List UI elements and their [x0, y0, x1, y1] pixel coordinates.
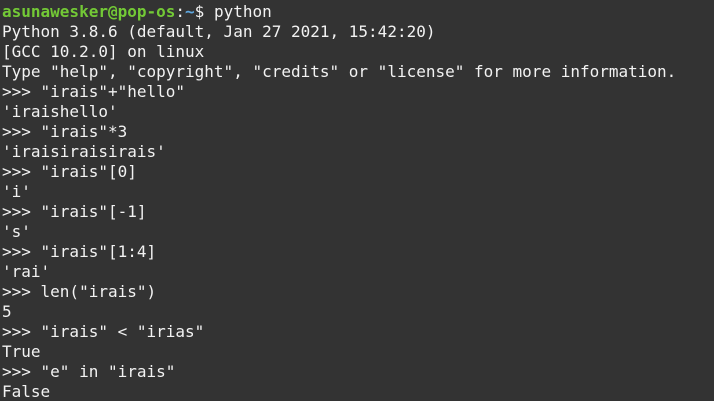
- repl-input-line: >>> "irais"[1:4]: [2, 242, 157, 261]
- repl-input-line: >>> "irais"[0]: [2, 162, 137, 181]
- repl-output-line: 'rai': [2, 262, 51, 281]
- repl-output-line: 'iraisiraisirais': [2, 142, 166, 161]
- prompt-user-host: asunawesker@pop-os: [2, 2, 176, 21]
- shell-prompt-line: asunawesker@pop-os:~$ python: [2, 2, 714, 22]
- prompt-colon: :: [175, 2, 186, 21]
- repl-output-line: 5: [2, 302, 12, 321]
- prompt-path: ~: [185, 2, 195, 21]
- repl-input-line: >>> "irais" < "irias": [2, 322, 205, 341]
- help-hint-line: Type "help", "copyright", "credits" or "…: [2, 62, 677, 81]
- python-version-line: Python 3.8.6 (default, Jan 27 2021, 15:4…: [2, 22, 436, 41]
- prompt-sign: $: [194, 2, 214, 21]
- repl-input-line: >>> "irais"+"hello": [2, 82, 186, 101]
- gcc-info-line: [GCC 10.2.0] on linux: [2, 42, 205, 61]
- terminal-window[interactable]: asunawesker@pop-os:~$ python Python 3.8.…: [0, 0, 714, 401]
- repl-input-line: >>> "e" in "irais": [2, 362, 176, 381]
- prompt-command: python: [213, 2, 272, 21]
- repl-input-line: >>> "irais"*3: [2, 122, 128, 141]
- repl-input-line: >>> "irais"[-1]: [2, 202, 147, 221]
- repl-output-line: 'i': [2, 182, 31, 201]
- repl-input-line: >>> len("irais"): [2, 282, 157, 301]
- repl-output-line: 's': [2, 222, 31, 241]
- repl-output-line: True: [2, 342, 41, 361]
- repl-output-line: False: [2, 382, 51, 401]
- repl-output-line: 'iraishello': [2, 102, 118, 121]
